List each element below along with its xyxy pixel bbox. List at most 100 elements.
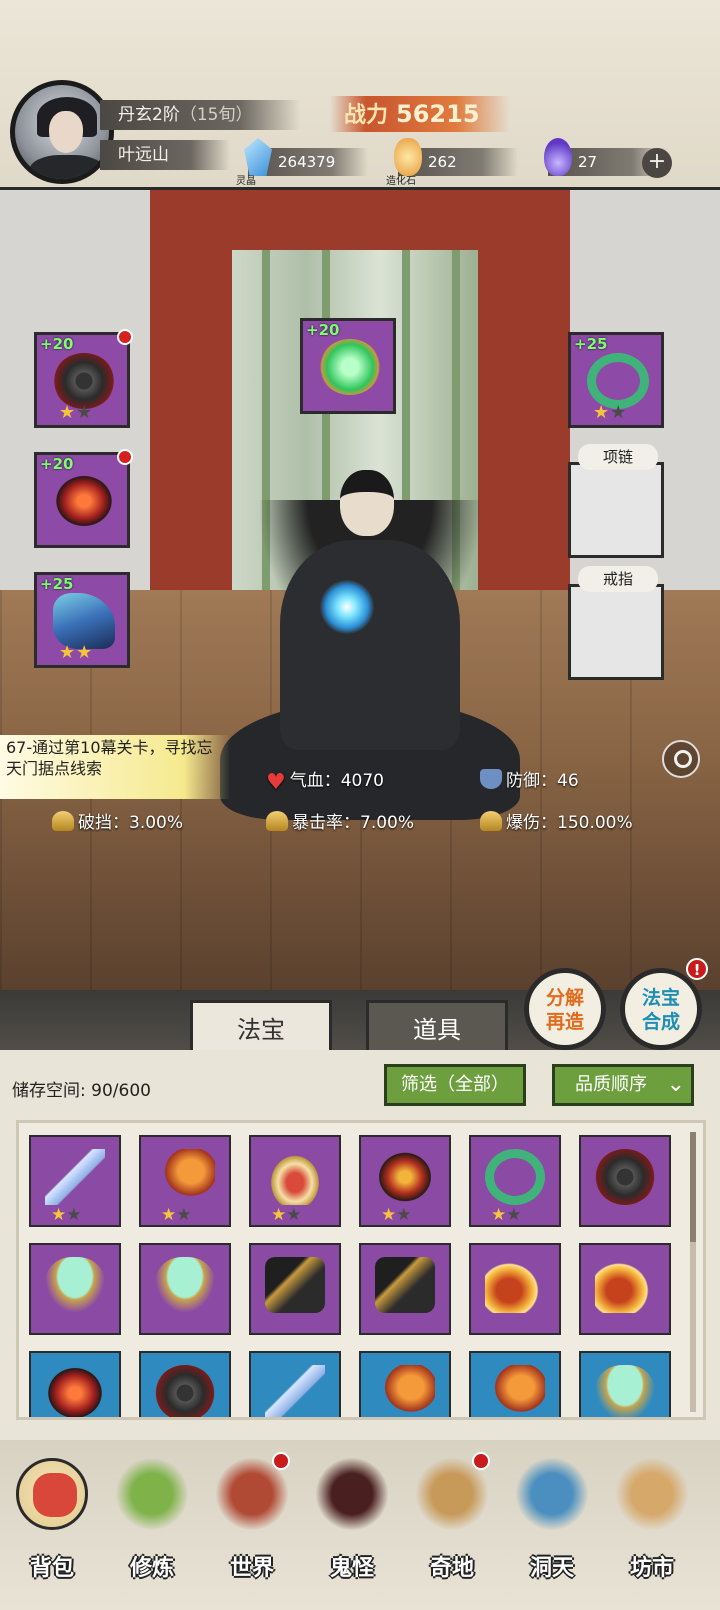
equip-slot-ring[interactable] — [568, 584, 664, 680]
stat-label: 气血： — [289, 771, 341, 791]
character-head — [340, 470, 394, 536]
nav-label: 鬼怪 — [329, 1556, 374, 1581]
stat-label: 破挡： — [78, 813, 129, 833]
tab-fabao[interactable]: 法宝 — [190, 1000, 332, 1056]
tab-daoju[interactable]: 道具 — [366, 1000, 508, 1056]
nav-item[interactable]: 背包 — [6, 1450, 98, 1600]
equip-slot-armor[interactable]: +20 — [34, 449, 133, 548]
sword-icon — [480, 811, 502, 831]
enhance-level: +25 — [40, 575, 74, 593]
player-name: 叶远山 — [100, 140, 230, 170]
avatar-robe — [29, 155, 105, 179]
stat-label: 防御： — [506, 771, 557, 791]
synthesize-button[interactable]: 法宝 合成 — [620, 968, 702, 1050]
star-icon: ★ — [271, 1205, 287, 1225]
nav-item[interactable]: 奇地 — [406, 1450, 498, 1600]
wheel-icon — [595, 1149, 655, 1205]
axe-icon — [155, 1149, 215, 1205]
decompose-label-line2: 再造 — [545, 1011, 584, 1033]
avatar-face — [49, 111, 83, 153]
inventory-item[interactable] — [29, 1351, 121, 1417]
lotus-icon — [116, 1458, 188, 1530]
power-label: 战力 — [344, 103, 389, 128]
axe-icon — [375, 1365, 435, 1417]
sort-label: 品质顺序 — [575, 1074, 647, 1095]
sword-icon — [265, 1365, 325, 1417]
inventory-item[interactable] — [579, 1351, 671, 1417]
alert-dot — [117, 449, 133, 465]
synth-label-line2: 合成 — [641, 1011, 680, 1033]
bag-shape — [33, 1473, 77, 1517]
inventory-item[interactable] — [139, 1351, 231, 1417]
inventory-grid[interactable]: ★★ ★★ ★★ ★★ ★★ — [16, 1120, 706, 1420]
search-icon[interactable] — [662, 740, 700, 778]
inventory-item[interactable]: ★★ — [139, 1135, 231, 1227]
demon-mask-icon — [53, 473, 115, 529]
demon-mask-icon — [45, 1365, 105, 1417]
nav-item[interactable]: 世界 — [206, 1450, 298, 1600]
portal-icon — [516, 1458, 588, 1530]
flame-icon — [544, 138, 572, 176]
sort-dropdown[interactable]: 品质顺序 ⌄ — [552, 1064, 694, 1106]
decompose-button[interactable]: 分解 再造 — [524, 968, 606, 1050]
inventory-item[interactable] — [29, 1243, 121, 1335]
wheel-icon — [155, 1365, 215, 1417]
nav-item[interactable]: 修炼 — [106, 1450, 198, 1600]
inventory-item[interactable] — [469, 1351, 561, 1417]
alert-dot — [472, 1452, 490, 1470]
filter-button[interactable]: 筛选（全部） — [384, 1064, 526, 1106]
top-bar: 丹玄2阶（15旬） 叶远山 战力 56215 灵晶 264379 造化石 262 … — [0, 0, 720, 190]
cultivation-rank: 丹玄2阶（15旬） — [100, 100, 300, 130]
inventory-item[interactable] — [469, 1243, 561, 1335]
star-rating: ★★ — [593, 402, 628, 423]
egg-icon — [316, 1458, 388, 1530]
mirror-icon — [45, 1257, 105, 1313]
enhance-level: +20 — [40, 335, 74, 353]
equip-slot-artifact[interactable]: +20 — [300, 318, 396, 414]
player-character — [200, 440, 540, 940]
nav-item[interactable]: 洞天 — [506, 1450, 598, 1600]
rank-suffix: （15旬） — [179, 105, 253, 125]
add-resource-button[interactable]: + — [642, 148, 672, 178]
inventory-item[interactable] — [139, 1243, 231, 1335]
inventory-item[interactable]: ★★ — [359, 1135, 451, 1227]
equip-slot-weapon[interactable]: +20 ★★ — [34, 329, 133, 428]
player-avatar[interactable] — [10, 80, 114, 184]
nav-item[interactable]: 坊市 — [606, 1450, 698, 1600]
scrollbar-thumb[interactable] — [690, 1132, 696, 1242]
nav-label: 奇地 — [429, 1556, 474, 1581]
storage-label: 储存空间: — [12, 1081, 86, 1101]
fan-icon — [265, 1149, 325, 1205]
equip-slot-necklace[interactable] — [568, 462, 664, 558]
enhance-level: +25 — [574, 335, 608, 353]
inventory-item[interactable] — [579, 1135, 671, 1227]
wing-icon — [485, 1257, 545, 1313]
inventory-item[interactable] — [359, 1351, 451, 1417]
crit-icon — [266, 811, 288, 831]
inventory-item[interactable]: ★★ — [469, 1135, 561, 1227]
inventory-item[interactable] — [249, 1351, 341, 1417]
wreath-icon — [587, 353, 649, 409]
star-icon: ★ — [161, 1205, 177, 1225]
quest-tracker[interactable]: 67-通过第10幕关卡，寻找忘天门据点线索 — [0, 735, 230, 799]
equip-slot-boots[interactable]: +25 ★★ — [34, 572, 130, 668]
inventory-item[interactable] — [359, 1243, 451, 1335]
star-rating: ★★ — [491, 1205, 522, 1225]
resource-value: 262 — [428, 153, 457, 171]
nav-item[interactable]: 鬼怪 — [306, 1450, 398, 1600]
inventory-item[interactable]: ★★ — [249, 1135, 341, 1227]
inventory-item[interactable] — [579, 1243, 671, 1335]
resource-lingjing[interactable]: 灵晶 264379 — [236, 138, 368, 187]
decompose-label-line1: 分解 — [545, 987, 584, 1009]
equip-slot-crown[interactable]: +25 ★★ — [568, 332, 664, 428]
spirit-orb — [320, 580, 374, 634]
synth-label-line1: 法宝 — [641, 987, 680, 1009]
inventory-item[interactable] — [249, 1243, 341, 1335]
rank-text: 丹玄2阶 — [118, 105, 180, 125]
resource-value: 27 — [578, 153, 598, 171]
inventory-item[interactable]: ★★ — [29, 1135, 121, 1227]
resource-zaohua[interactable]: 造化石 262 — [386, 138, 518, 187]
star-icon: ★ — [176, 1205, 192, 1225]
enhance-level: +20 — [40, 455, 74, 473]
nav-label: 坊市 — [629, 1556, 674, 1581]
